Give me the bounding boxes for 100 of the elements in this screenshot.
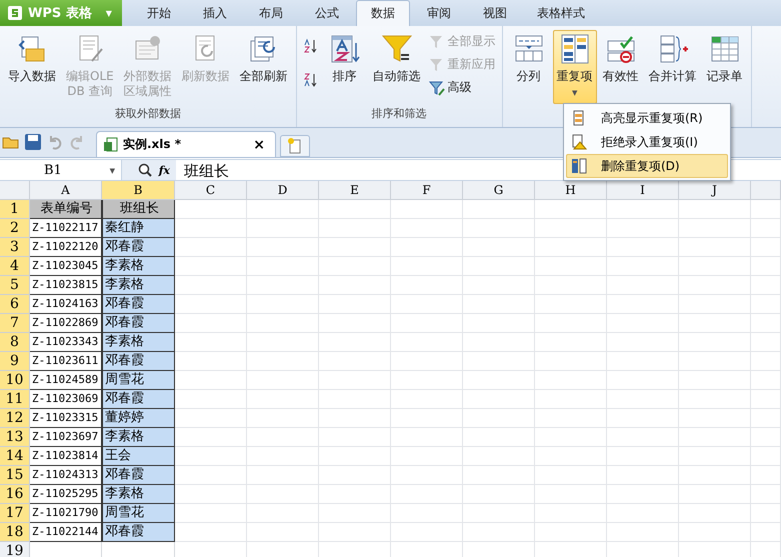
empty-cell — [535, 428, 607, 447]
empty-cell — [607, 219, 679, 238]
empty-cell — [535, 466, 607, 485]
empty-cell — [391, 238, 463, 257]
row-header[interactable]: 9 — [0, 352, 30, 371]
row-header[interactable]: 7 — [0, 314, 30, 333]
empty-cell — [607, 371, 679, 390]
empty-cell — [679, 276, 751, 295]
sort-descending-icon[interactable] — [302, 72, 319, 88]
menu-item[interactable]: 删除重复项(D) — [566, 154, 728, 178]
empty-cell — [247, 314, 319, 333]
ribbon-button[interactable]: 导入数据 — [4, 30, 60, 100]
table-cell: 邓春霞 — [102, 314, 175, 333]
menu-item[interactable]: 高亮显示重复项(R) — [566, 106, 728, 130]
empty-cell — [247, 333, 319, 352]
ribbon-button[interactable]: 分列 — [506, 30, 551, 100]
row-header[interactable]: 17 — [0, 504, 30, 523]
empty-cell — [391, 219, 463, 238]
sort-ascending-icon[interactable] — [302, 38, 319, 54]
row-header[interactable]: 11 — [0, 390, 30, 409]
ribbon-button[interactable]: 自动筛选 — [368, 30, 425, 100]
column-header[interactable]: G — [463, 181, 535, 200]
row-header[interactable]: 10 — [0, 371, 30, 390]
ribbon-icon — [558, 33, 591, 65]
empty-cell — [535, 447, 607, 466]
empty-cell — [463, 295, 535, 314]
row-header[interactable]: 4 — [0, 257, 30, 276]
ribbon-tab[interactable]: 视图 — [468, 0, 522, 26]
ribbon-button[interactable]: 合并计算 — [644, 30, 701, 100]
formula-input[interactable]: 班组长 — [176, 160, 229, 180]
menu-item[interactable]: 拒绝录入重复项(I) — [566, 130, 728, 154]
row-header[interactable]: 5 — [0, 276, 30, 295]
empty-cell — [463, 523, 535, 542]
empty-cell — [463, 314, 535, 333]
column-header[interactable]: B — [102, 181, 175, 200]
empty-cell — [679, 333, 751, 352]
search-icon[interactable] — [136, 162, 153, 178]
empty-cell — [247, 428, 319, 447]
empty-cell — [751, 485, 781, 504]
table-cell: 周雪花 — [102, 504, 175, 523]
row-header[interactable]: 8 — [0, 333, 30, 352]
ribbon-button[interactable]: 有效性 — [598, 30, 643, 100]
empty-cell — [319, 504, 391, 523]
ribbon-button[interactable]: 排序 — [322, 30, 367, 100]
ribbon-tab[interactable]: 数据 — [356, 0, 410, 26]
row-header[interactable]: 1 — [0, 200, 30, 219]
empty-cell — [247, 485, 319, 504]
empty-cell — [463, 200, 535, 219]
empty-cell — [751, 428, 781, 447]
empty-cell — [391, 333, 463, 352]
table-cell: 邓春霞 — [102, 352, 175, 371]
column-header[interactable]: E — [319, 181, 391, 200]
empty-cell — [679, 219, 751, 238]
empty-cell — [751, 314, 781, 333]
column-header[interactable]: F — [391, 181, 463, 200]
insert-function-button[interactable]: fx — [158, 164, 170, 176]
row-header[interactable]: 15 — [0, 466, 30, 485]
empty-cell — [751, 466, 781, 485]
table-cell: Z-11024313 — [30, 466, 102, 485]
column-header[interactable]: A — [30, 181, 102, 200]
ribbon-button[interactable]: 记录单 — [702, 30, 747, 100]
row-header[interactable]: 16 — [0, 485, 30, 504]
document-tab[interactable]: 实例.xls * × — [96, 131, 276, 157]
ribbon-tab[interactable]: 开始 — [132, 0, 186, 26]
empty-cell — [319, 219, 391, 238]
row-header[interactable]: 12 — [0, 409, 30, 428]
empty-cell — [535, 333, 607, 352]
row-header[interactable]: 19 — [0, 542, 30, 557]
column-header[interactable]: D — [247, 181, 319, 200]
ribbon-tab[interactable]: 审阅 — [412, 0, 466, 26]
ribbon-icon — [328, 33, 361, 65]
empty-cell — [391, 352, 463, 371]
header-cell: 班组长 — [102, 200, 175, 219]
empty-cell — [751, 295, 781, 314]
column-header[interactable]: H — [535, 181, 607, 200]
empty-cell — [679, 523, 751, 542]
row-header[interactable]: 2 — [0, 219, 30, 238]
row-header[interactable]: 14 — [0, 447, 30, 466]
save-icon[interactable] — [24, 133, 42, 151]
ribbon-tab[interactable]: 公式 — [300, 0, 354, 26]
column-header[interactable]: I — [607, 181, 679, 200]
filter-icon — [428, 34, 445, 50]
menu-item-icon — [571, 158, 587, 174]
empty-cell — [679, 409, 751, 428]
ribbon-tab[interactable]: 表格样式 — [524, 0, 598, 26]
row-header[interactable]: 13 — [0, 428, 30, 447]
column-header[interactable]: C — [175, 181, 247, 200]
ribbon-tab[interactable]: 布局 — [244, 0, 298, 26]
empty-cell — [751, 504, 781, 523]
row-header[interactable]: 6 — [0, 295, 30, 314]
close-button[interactable]: × — [249, 136, 269, 152]
empty-cell — [391, 314, 463, 333]
row-header[interactable]: 3 — [0, 238, 30, 257]
filter-button[interactable]: 高级 — [426, 78, 498, 97]
column-header[interactable]: J — [679, 181, 751, 200]
ribbon-button[interactable]: 全部刷新 — [236, 30, 292, 100]
ribbon-tab[interactable]: 插入 — [188, 0, 242, 26]
empty-cell — [679, 200, 751, 219]
new-tab-button[interactable] — [280, 135, 310, 157]
row-header[interactable]: 18 — [0, 523, 30, 542]
